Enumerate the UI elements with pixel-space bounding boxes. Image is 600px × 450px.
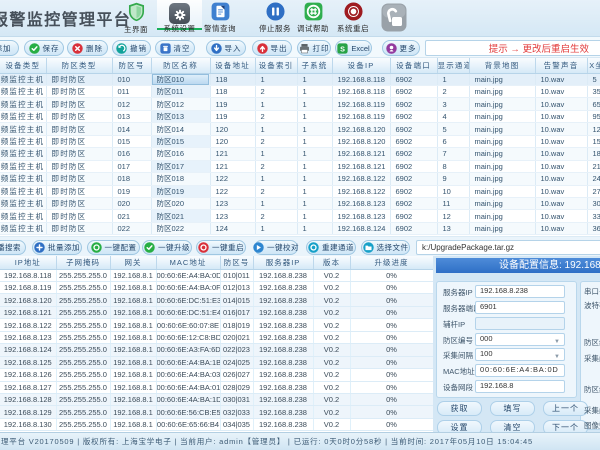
svg-text:S: S — [340, 44, 345, 53]
